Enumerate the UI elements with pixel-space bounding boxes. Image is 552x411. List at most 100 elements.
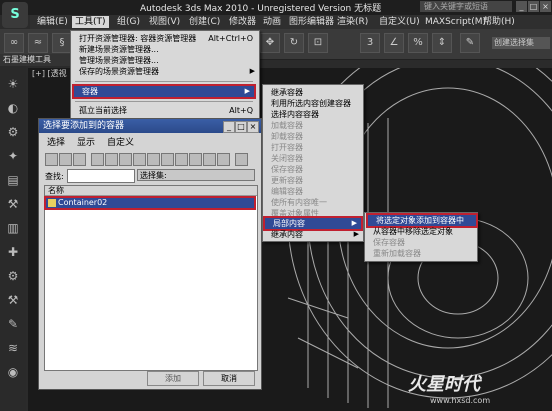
filter-containers-icon[interactable] [217,153,230,166]
container-icon [48,199,56,207]
graphite-ribbon-label[interactable]: 石墨建模工具 [0,54,73,66]
cylinder-icon[interactable]: ▥ [5,220,21,236]
gear-icon[interactable]: ⚙ [5,268,21,284]
container-submenu: 继承容器 利用所选内容创建容器 选择内容容器 加载容器 卸载容器 打开容器 关闭… [262,84,364,242]
dialog-minimize-button[interactable]: _ [223,121,235,133]
motion-panel-icon[interactable]: ✦ [5,148,21,164]
menu-item-select-content-container[interactable]: 选择内容容器 [263,109,363,120]
hammer-icon[interactable]: ⚒ [5,292,21,308]
snap-3d-icon[interactable]: 3 [360,33,380,53]
menu-item-open-container-explorer[interactable]: 打开资源管理器: 容器资源管理器 Alt+Ctrl+O [71,33,259,44]
menu-item-remove-selected-from-container[interactable]: 从容器中移除选定对象 [365,226,477,237]
select-invert-icon[interactable] [73,153,86,166]
utilities-panel-icon[interactable]: ⚒ [5,196,21,212]
wrench-icon[interactable]: ✚ [5,244,21,260]
menu-item-edit-container[interactable]: 编辑容器 [263,186,363,197]
menu-item-saved-scene-explorers[interactable]: 保存的场景资源管理器 ▶ [71,66,259,77]
close-button[interactable]: × [540,1,551,12]
dialog-menu-display[interactable]: 显示 [77,135,95,148]
menu-item-unload-container[interactable]: 卸载容器 [263,131,363,142]
filter-xrefs-icon[interactable] [189,153,202,166]
menu-customize[interactable]: 自定义(U) [376,16,423,28]
menu-tools[interactable]: 工具(T) [72,16,109,28]
display-options-icon[interactable] [235,153,248,166]
filter-bones-icon[interactable] [203,153,216,166]
menu-item-inherit-container[interactable]: 继承容器 [263,87,363,98]
filter-geometry-icon[interactable] [91,153,104,166]
filter-space-warps-icon[interactable] [161,153,174,166]
menu-item-update-container[interactable]: 更新容器 [263,175,363,186]
pencil-icon[interactable]: ✎ [5,316,21,332]
menu-item-isolate-selection[interactable]: 孤立当前选择 Alt+Q [71,105,259,116]
search-input[interactable]: 键入关键字或短语 [420,1,512,12]
container-list[interactable]: 名称 Container02 [44,185,258,371]
menu-edit[interactable]: 编辑(E) [34,16,71,28]
menu-modifiers[interactable]: 修改器 [226,16,259,28]
submenu-arrow-icon: ▶ [244,87,250,95]
window-title: Autodesk 3ds Max 2010 - Unregistered Ver… [140,4,382,14]
menu-item-make-unique[interactable]: 使所有内容唯一 [263,197,363,208]
menu-item-inherited-content[interactable]: 继承内容 ▶ [263,229,363,240]
named-selection-icon[interactable]: ✎ [460,33,480,53]
menu-item-local-content[interactable]: 局部内容 ▶ [263,216,363,231]
select-move-icon[interactable]: ✥ [260,33,280,53]
dialog-menu-select[interactable]: 选择 [47,135,65,148]
waves-icon[interactable]: ≋ [5,340,21,356]
select-scale-icon[interactable]: ⊡ [308,33,328,53]
percent-snap-icon[interactable]: % [408,33,428,53]
menu-maxscript[interactable]: MAXScript(M) [422,16,489,28]
angle-snap-icon[interactable]: ∠ [384,33,404,53]
menu-item-new-scene-explorer[interactable]: 新建场景资源管理器... [71,44,259,55]
menu-rendering[interactable]: 渲染(R) [334,16,371,28]
dialog-menu-customize[interactable]: 自定义 [107,135,134,148]
menu-item-save-container[interactable]: 保存容器 [365,237,477,248]
menu-create[interactable]: 创建(C) [186,16,223,28]
menu-item-add-selected-to-container[interactable]: 将选定对象添加到容器中 [366,213,478,228]
display-panel-icon[interactable]: ▤ [5,172,21,188]
menu-view[interactable]: 视图(V) [146,16,183,28]
submenu-arrow-icon: ▶ [353,230,359,238]
modify-panel-icon[interactable]: ◐ [5,100,21,116]
menu-graph-editors[interactable]: 图形编辑器 [286,16,337,28]
app-logo-icon[interactable]: S [2,2,28,28]
menu-item-load-container[interactable]: 加载容器 [263,120,363,131]
menu-item-create-container-from-selection[interactable]: 利用所选内容创建容器 [263,98,363,109]
list-item[interactable]: Container02 [44,196,256,210]
menu-item-close-container[interactable]: 关闭容器 [263,153,363,164]
menu-group[interactable]: 组(G) [114,16,143,28]
bind-space-warp-icon[interactable]: § [52,33,72,53]
filter-shapes-icon[interactable] [105,153,118,166]
maximize-button[interactable]: □ [528,1,539,12]
menu-item-manage-scene-explorer[interactable]: 管理场景资源管理器... [71,55,259,66]
minimize-button[interactable]: _ [516,1,527,12]
menu-help[interactable]: 帮助(H) [480,16,518,28]
left-command-strip: ☀ ◐ ⚙ ✦ ▤ ⚒ ▥ ✚ ⚙ ⚒ ✎ ≋ ◉ [0,60,26,411]
filter-cameras-icon[interactable] [133,153,146,166]
link-icon[interactable]: ∞ [4,33,24,53]
menu-item-open-container[interactable]: 打开容器 [263,142,363,153]
dialog-title-bar[interactable]: 选择要添加到的容器 _ □ × [39,119,261,133]
find-input[interactable] [67,169,135,183]
filter-helpers-icon[interactable] [147,153,160,166]
menu-item-reload-container[interactable]: 重新加载容器 [365,248,477,259]
select-rotate-icon[interactable]: ↻ [284,33,304,53]
dialog-close-button[interactable]: × [247,121,259,133]
named-selection-set-dropdown[interactable]: 创建选择集 [492,37,550,49]
unlink-icon[interactable]: ≈ [28,33,48,53]
select-none-icon[interactable] [59,153,72,166]
filter-groups-icon[interactable] [175,153,188,166]
add-button[interactable]: 添加 [147,371,199,386]
create-panel-icon[interactable]: ☀ [5,76,21,92]
menu-item-containers[interactable]: 容器 ▶ [72,84,256,99]
menu-item-save-container[interactable]: 保存容器 [263,164,363,175]
filter-lights-icon[interactable] [119,153,132,166]
globe-icon[interactable]: ◉ [5,364,21,380]
dialog-maximize-button[interactable]: □ [235,121,247,133]
selection-set-dropdown[interactable]: 选择集: [137,169,255,181]
cancel-button[interactable]: 取消 [203,371,255,386]
select-all-icon[interactable] [45,153,58,166]
menu-animation[interactable]: 动画 [260,16,284,28]
spinner-snap-icon[interactable]: ⇕ [432,33,452,53]
column-header-name[interactable]: 名称 [45,186,257,196]
hierarchy-panel-icon[interactable]: ⚙ [5,124,21,140]
